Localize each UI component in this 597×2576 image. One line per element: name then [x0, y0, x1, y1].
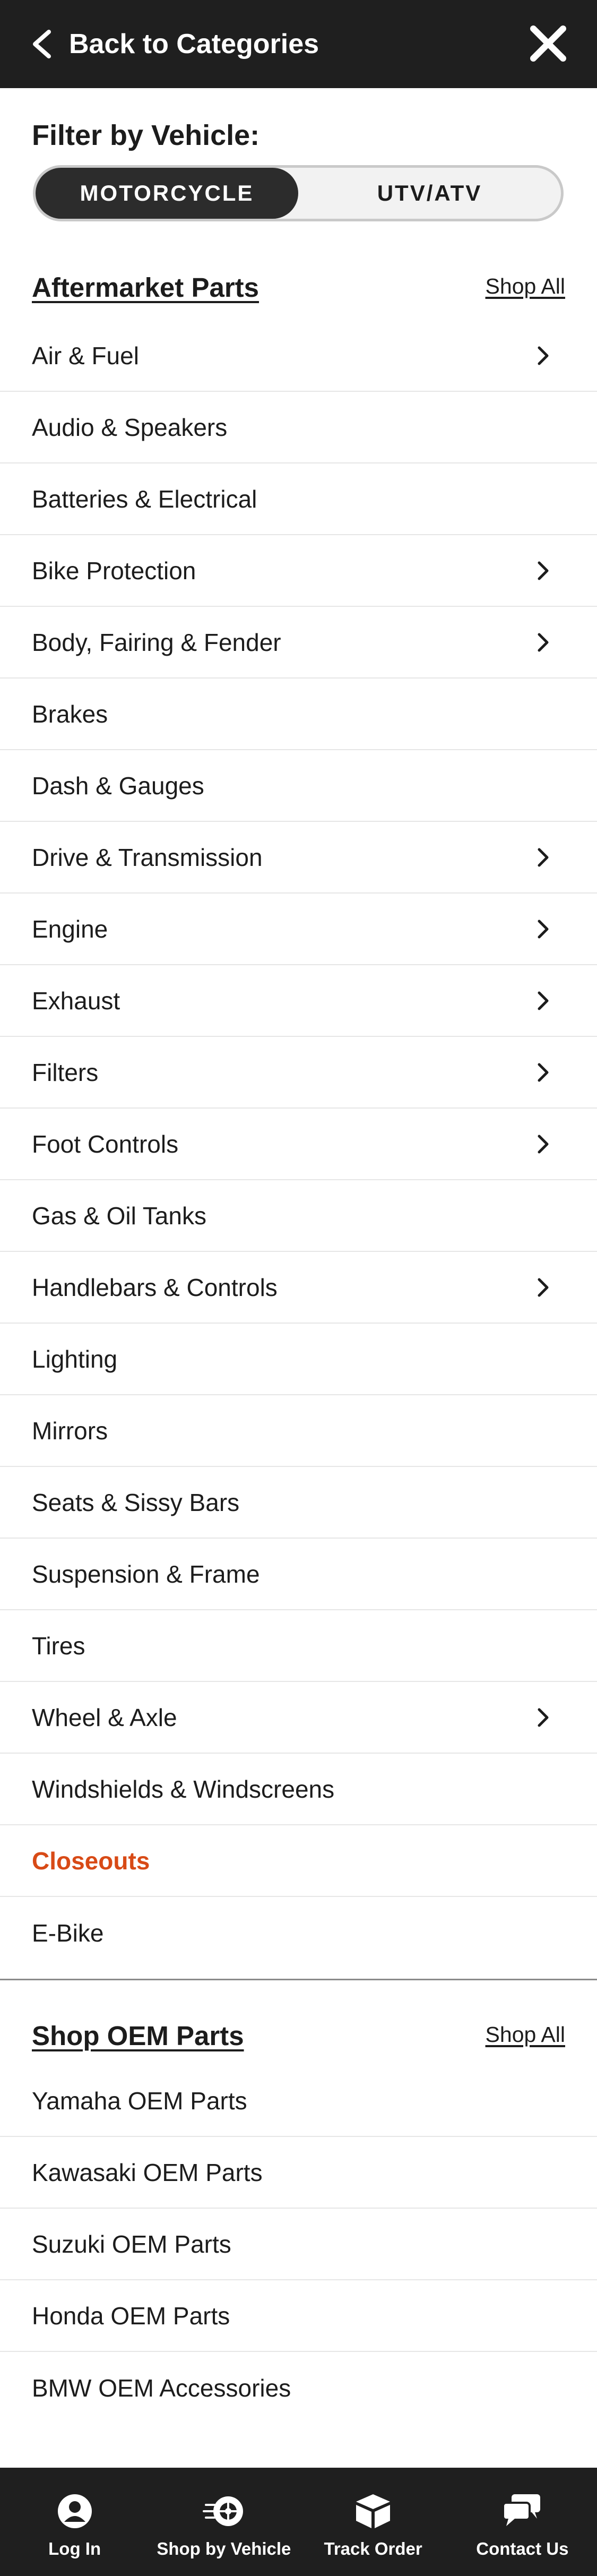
chevron-right-icon: [538, 1135, 549, 1154]
category-item-label: Engine: [32, 915, 108, 943]
nav-shop-by-vehicle[interactable]: Shop by Vehicle: [149, 2468, 298, 2576]
category-item-gas-oil-tanks[interactable]: Gas & Oil Tanks: [0, 1180, 597, 1252]
aftermarket-section-header: Aftermarket Parts Shop All: [0, 260, 597, 313]
category-item-label: Windshields & Windscreens: [32, 1775, 335, 1803]
category-item-windshields-windscreens[interactable]: Windshields & Windscreens: [0, 1754, 597, 1825]
section-divider: [0, 1979, 597, 1980]
category-item-label: Honda OEM Parts: [32, 2302, 230, 2330]
user-icon: [57, 2494, 92, 2528]
category-item-label: Batteries & Electrical: [32, 485, 257, 513]
category-item-label: Kawasaki OEM Parts: [32, 2158, 263, 2186]
chevron-right-icon: [538, 848, 549, 867]
box-icon: [356, 2494, 391, 2528]
category-item-label: Tires: [32, 1632, 85, 1660]
category-item-tires[interactable]: Tires: [0, 1610, 597, 1682]
category-item-suzuki-oem-parts[interactable]: Suzuki OEM Parts: [0, 2209, 597, 2280]
category-item-label: Brakes: [32, 700, 108, 728]
nav-label: Shop by Vehicle: [157, 2539, 291, 2558]
chevron-right-icon: [538, 561, 549, 580]
filter-title: Filter by Vehicle:: [32, 119, 260, 151]
category-item-engine[interactable]: Engine: [0, 894, 597, 965]
chevron-left-icon: [33, 30, 51, 58]
category-item-filters[interactable]: Filters: [0, 1037, 597, 1109]
category-item-handlebars-controls[interactable]: Handlebars & Controls: [0, 1252, 597, 1324]
aftermarket-title[interactable]: Aftermarket Parts: [32, 272, 259, 303]
nav-contact-us[interactable]: Contact Us: [448, 2468, 597, 2576]
category-item-label: Bike Protection: [32, 556, 196, 585]
category-item-exhaust[interactable]: Exhaust: [0, 965, 597, 1037]
category-item-label: Foot Controls: [32, 1130, 179, 1158]
category-item-closeouts[interactable]: Closeouts: [0, 1825, 597, 1897]
category-item-label: Yamaha OEM Parts: [32, 2086, 247, 2115]
category-item-air-fuel[interactable]: Air & Fuel: [0, 320, 597, 392]
chevron-right-icon: [538, 346, 549, 365]
category-item-yamaha-oem-parts[interactable]: Yamaha OEM Parts: [0, 2065, 597, 2137]
category-item-seats-sissy-bars[interactable]: Seats & Sissy Bars: [0, 1467, 597, 1539]
category-item-label: Air & Fuel: [32, 341, 139, 370]
category-item-label: Audio & Speakers: [32, 413, 228, 441]
category-item-bike-protection[interactable]: Bike Protection: [0, 535, 597, 607]
category-item-dash-gauges[interactable]: Dash & Gauges: [0, 750, 597, 822]
category-item-label: Seats & Sissy Bars: [32, 1488, 240, 1516]
category-item-label: Lighting: [32, 1345, 118, 1373]
category-item-label: Closeouts: [32, 1847, 150, 1875]
category-item-foot-controls[interactable]: Foot Controls: [0, 1109, 597, 1180]
category-item-audio-speakers[interactable]: Audio & Speakers: [0, 392, 597, 463]
close-button[interactable]: [527, 22, 569, 65]
header-bar: Back to Categories: [0, 0, 597, 88]
nav-label: Log In: [48, 2539, 101, 2558]
chevron-right-icon: [538, 1278, 549, 1297]
bottom-nav: Log In Shop by Vehicle Track Order Conta…: [0, 2468, 597, 2576]
category-item-label: E-Bike: [32, 1919, 104, 1947]
category-item-kawasaki-oem-parts[interactable]: Kawasaki OEM Parts: [0, 2137, 597, 2209]
category-item-label: Exhaust: [32, 986, 120, 1015]
category-item-label: Wheel & Axle: [32, 1703, 177, 1731]
aftermarket-category-list: Air & Fuel Audio & Speakers Batteries & El…: [0, 320, 597, 1969]
category-item-label: Gas & Oil Tanks: [32, 1201, 206, 1230]
oem-shop-all-link[interactable]: Shop All: [486, 2022, 565, 2047]
nav-log-in[interactable]: Log In: [0, 2468, 149, 2576]
toggle-utv-atv[interactable]: UTV/ATV: [298, 168, 561, 219]
aftermarket-shop-all-link[interactable]: Shop All: [486, 274, 565, 299]
category-item-e-bike[interactable]: E-Bike: [0, 1897, 597, 1969]
close-icon: [530, 25, 566, 62]
oem-title[interactable]: Shop OEM Parts: [32, 2020, 244, 2051]
category-item-label: Suspension & Frame: [32, 1560, 260, 1588]
vehicle-type-toggle: MOTORCYCLE UTV/ATV: [33, 165, 564, 221]
category-item-drive-transmission[interactable]: Drive & Transmission: [0, 822, 597, 894]
category-item-label: Handlebars & Controls: [32, 1273, 278, 1301]
chat-icon: [502, 2494, 541, 2526]
category-item-mirrors[interactable]: Mirrors: [0, 1395, 597, 1467]
category-item-label: BMW OEM Accessories: [32, 2374, 291, 2402]
category-item-label: Suzuki OEM Parts: [32, 2230, 231, 2258]
category-item-label: Dash & Gauges: [32, 771, 204, 800]
back-label: Back to Categories: [69, 29, 319, 59]
chevron-right-icon: [538, 991, 549, 1010]
category-item-label: Filters: [32, 1058, 99, 1086]
toggle-motorcycle[interactable]: MOTORCYCLE: [36, 168, 298, 219]
category-item-batteries-electrical[interactable]: Batteries & Electrical: [0, 463, 597, 535]
category-item-honda-oem-parts[interactable]: Honda OEM Parts: [0, 2280, 597, 2352]
oem-category-list: Yamaha OEM Parts Kawasaki OEM Parts Suzuki…: [0, 2065, 597, 2424]
category-item-suspension-frame[interactable]: Suspension & Frame: [0, 1539, 597, 1610]
category-item-bmw-oem-accessories[interactable]: BMW OEM Accessories: [0, 2352, 597, 2424]
chevron-right-icon: [538, 633, 549, 652]
oem-section-header: Shop OEM Parts Shop All: [0, 2008, 597, 2062]
category-item-label: Body, Fairing & Fender: [32, 628, 281, 656]
category-item-body-fairing-fender[interactable]: Body, Fairing & Fender: [0, 607, 597, 679]
back-to-categories-button[interactable]: Back to Categories: [0, 0, 319, 88]
nav-label: Track Order: [324, 2539, 422, 2558]
category-item-label: Drive & Transmission: [32, 843, 263, 871]
wheel-icon: [202, 2496, 243, 2526]
category-item-wheel-axle[interactable]: Wheel & Axle: [0, 1682, 597, 1754]
nav-track-order[interactable]: Track Order: [299, 2468, 448, 2576]
chevron-right-icon: [538, 1063, 549, 1082]
category-item-lighting[interactable]: Lighting: [0, 1324, 597, 1395]
nav-label: Contact Us: [476, 2539, 569, 2558]
category-item-brakes[interactable]: Brakes: [0, 679, 597, 750]
chevron-right-icon: [538, 920, 549, 939]
chevron-right-icon: [538, 1708, 549, 1727]
category-item-label: Mirrors: [32, 1416, 108, 1445]
